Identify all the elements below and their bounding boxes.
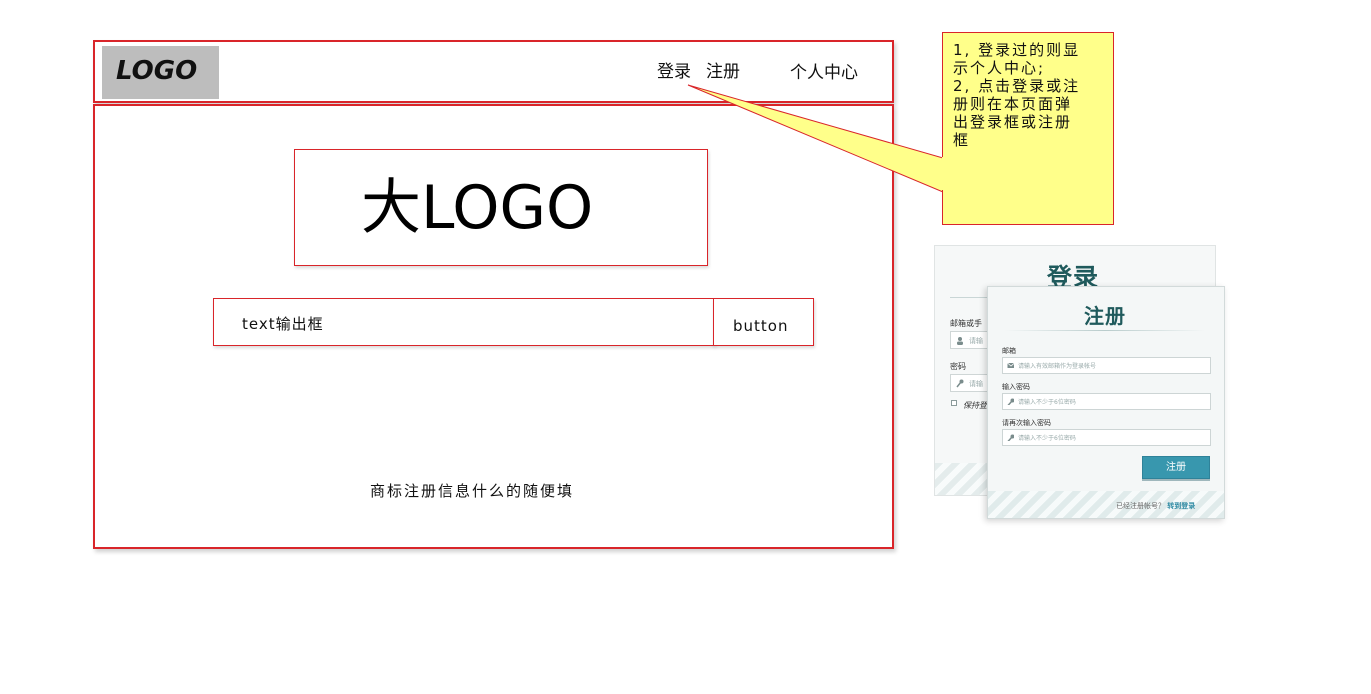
note-line-1: 1, 登录过的则显 [953,41,1081,59]
callout-pointer-cover [942,157,946,190]
remember-checkbox[interactable] [951,400,957,406]
action-button[interactable]: button [713,298,814,346]
register-title: 注册 [1084,304,1126,328]
register-footer: 已经注册帐号？ 转到登录 [1116,501,1195,511]
callout-pointer [687,84,944,193]
user-icon [957,337,963,345]
register-divider [1005,330,1205,331]
register-confirm-input[interactable]: 请输入不少于6位密码 [1002,429,1211,446]
note-line-3: 2, 点击登录或注 [953,77,1081,95]
register-password-placeholder: 请输入不少于6位密码 [1018,399,1076,406]
footer-note: 商标注册信息什么的随便填 [370,482,575,500]
login-password-input[interactable]: 请输 [950,374,990,392]
envelope-icon [1007,362,1014,368]
note-line-2: 示个人中心; [953,59,1046,77]
login-account-label: 邮箱或手 [950,319,982,328]
key-icon [1007,434,1014,441]
login-password-placeholder: 请输 [969,380,983,388]
login-account-input[interactable]: 请输 [950,331,990,349]
note-line-5: 出登录框或注册 [953,113,1073,131]
big-logo: 大LOGO [294,149,708,266]
register-password-label: 输入密码 [1002,383,1030,391]
login-account-placeholder: 请输 [969,337,983,345]
annotation-note: 1, 登录过的则显 示个人中心; 2, 点击登录或注 册则在本页面弹 出登录框或… [942,32,1114,225]
note-line-6: 框 [953,131,971,149]
register-link[interactable]: 注册 [706,62,740,82]
logo[interactable]: LOGO [102,46,219,99]
text-output-field[interactable]: text输出框 [213,298,715,346]
register-password-input[interactable]: 请输入不少于6位密码 [1002,393,1211,410]
register-confirm-label: 请再次输入密码 [1002,419,1051,427]
register-footer-text: 已经注册帐号？ [1116,502,1165,510]
note-line-4: 册则在本页面弹 [953,95,1073,113]
goto-login-link[interactable]: 转到登录 [1167,502,1195,510]
register-submit-button[interactable]: 注册 [1142,456,1210,479]
key-icon [956,379,964,388]
key-icon [1007,398,1014,405]
login-link[interactable]: 登录 [657,62,691,82]
remember-label: 保持登 [963,401,987,410]
login-password-label: 密码 [950,362,966,371]
register-confirm-placeholder: 请输入不少于6位密码 [1018,435,1076,442]
login-footer-stripe [935,463,989,495]
register-email-label: 邮箱 [1002,347,1016,355]
register-email-input[interactable]: 请输入有效邮箱作为登录帐号 [1002,357,1211,374]
login-divider [950,297,988,298]
register-email-placeholder: 请输入有效邮箱作为登录帐号 [1018,363,1097,370]
